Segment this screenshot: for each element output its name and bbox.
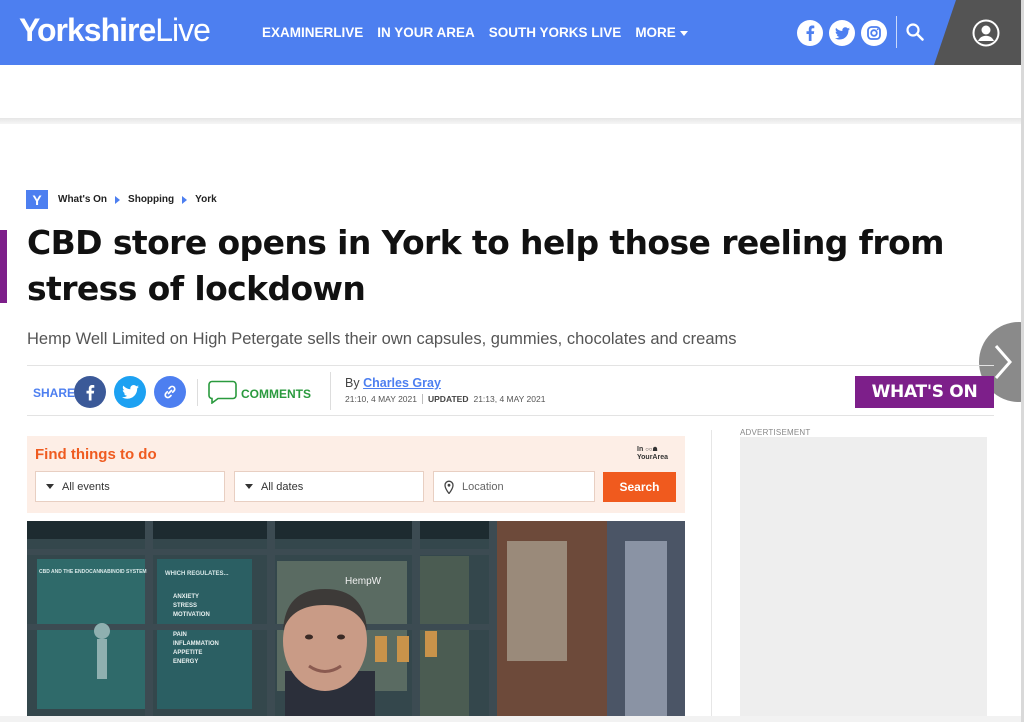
comments-link[interactable]: COMMENTS [241,387,311,401]
article-dates: 21:10, 4 MAY 2021 UPDATED 21:13, 4 MAY 2… [345,394,545,404]
copy-link-icon[interactable] [154,376,186,408]
published-time: 21:10, 4 MAY 2021 [345,394,417,404]
find-things-widget: Find things to do In ○○☗ YourArea All ev… [27,436,685,513]
breadcrumb-shopping[interactable]: Shopping [128,194,174,205]
instagram-icon[interactable] [861,20,887,46]
top-ad-slot [0,65,1021,120]
poster-item: STRESS [173,603,198,609]
header-divider [896,16,897,48]
article-headline: CBD store opens in York to help those re… [27,223,945,308]
location-input[interactable]: Location [433,471,595,502]
updated-time: 21:13, 4 MAY 2021 [473,394,546,404]
poster-item: APPETITE [173,650,203,656]
date-divider [422,394,423,404]
nav-item-in-your-area[interactable]: IN YOUR AREA [377,25,475,40]
poster-mid-title: WHICH REGULATES... [165,571,229,577]
chevron-right-icon [115,195,121,204]
location-pin-icon [444,480,454,494]
main-nav: EXAMINERLIVE IN YOUR AREA SOUTH YORKS LI… [262,25,688,40]
iya-logo-line2: YourArea [637,454,668,461]
location-placeholder: Location [462,480,504,493]
shop-sign-text: HempW [345,576,382,587]
dates-select-value: All dates [261,480,304,493]
chevron-right-icon [994,345,1012,379]
share-divider [197,379,198,406]
chevron-down-icon [679,30,688,36]
nav-item-more-label: MORE [635,25,676,40]
facebook-icon[interactable] [797,20,823,46]
breadcrumb-whats-on[interactable]: What's On [58,194,107,205]
share-bar-top-rule [27,365,994,366]
headline-accent-bar [0,230,7,303]
column-divider [711,430,712,716]
breadcrumb: What's On Shopping York [58,194,217,205]
bottom-edge [0,716,1021,722]
chevron-down-icon [245,484,253,489]
updated-label: UPDATED [428,394,469,404]
poster-item: PAIN [173,632,187,638]
site-badge[interactable]: Y [26,190,48,209]
byline: By Charles Gray [345,376,441,390]
shopfront-photo [27,521,685,716]
facebook-share-icon[interactable] [74,376,106,408]
account-icon[interactable] [972,19,1000,47]
site-logo[interactable]: YorkshireLive [19,12,211,49]
logo-text-light: Live [155,12,211,48]
iya-logo-line1: In [637,446,644,453]
poster-item: MOTIVATION [173,612,210,618]
poster-left-title: CBD AND THE ENDOCANNABINOID SYSTEM [39,569,147,575]
advertisement-label: ADVERTISEMENT [740,428,811,437]
nav-item-south-yorks-live[interactable]: SOUTH YORKS LIVE [489,25,622,40]
logo-text-bold: Yorkshire [19,12,156,48]
poster-item: INFLAMMATION [173,641,219,647]
twitter-icon[interactable] [829,20,855,46]
twitter-share-icon[interactable] [114,376,146,408]
share-label: SHARE [33,386,76,400]
breadcrumb-york[interactable]: York [195,194,217,205]
search-icon[interactable] [905,22,927,44]
byline-divider [330,372,331,410]
poster-item: ANXIETY [173,594,200,600]
ad-slot-shadow [0,118,1021,124]
author-link[interactable]: Charles Gray [363,376,441,390]
hero-image: CBD AND THE ENDOCANNABINOID SYSTEM WHICH… [27,521,685,716]
nav-item-more[interactable]: MORE [635,25,688,40]
byline-prefix: By [345,376,360,390]
poster-mid-list-1: ANXIETY STRESS MOTIVATION [173,593,210,620]
events-select-value: All events [62,480,110,493]
nav-item-examinerlive[interactable]: EXAMINERLIVE [262,25,363,40]
poster-item: ENERGY [173,659,199,665]
chevron-down-icon [46,484,54,489]
widget-search-button[interactable]: Search [603,472,676,502]
dates-select[interactable]: All dates [234,471,424,502]
article-standfirst: Hemp Well Limited on High Petergate sell… [27,330,737,348]
events-select[interactable]: All events [35,471,225,502]
sidebar-ad-slot[interactable] [740,437,987,716]
social-links [797,20,887,46]
site-header: YorkshireLive EXAMINERLIVE IN YOUR AREA … [0,0,1021,65]
section-badge-whats-on[interactable]: WHAT'S ON [855,376,994,408]
comments-icon[interactable] [208,380,237,409]
share-bar-bottom-rule [27,415,994,416]
poster-mid-list-2: PAIN INFLAMMATION APPETITE ENERGY [173,631,219,667]
in-your-area-logo: In ○○☗ YourArea [637,446,668,461]
chevron-right-icon [182,195,188,204]
widget-title: Find things to do [35,446,157,463]
